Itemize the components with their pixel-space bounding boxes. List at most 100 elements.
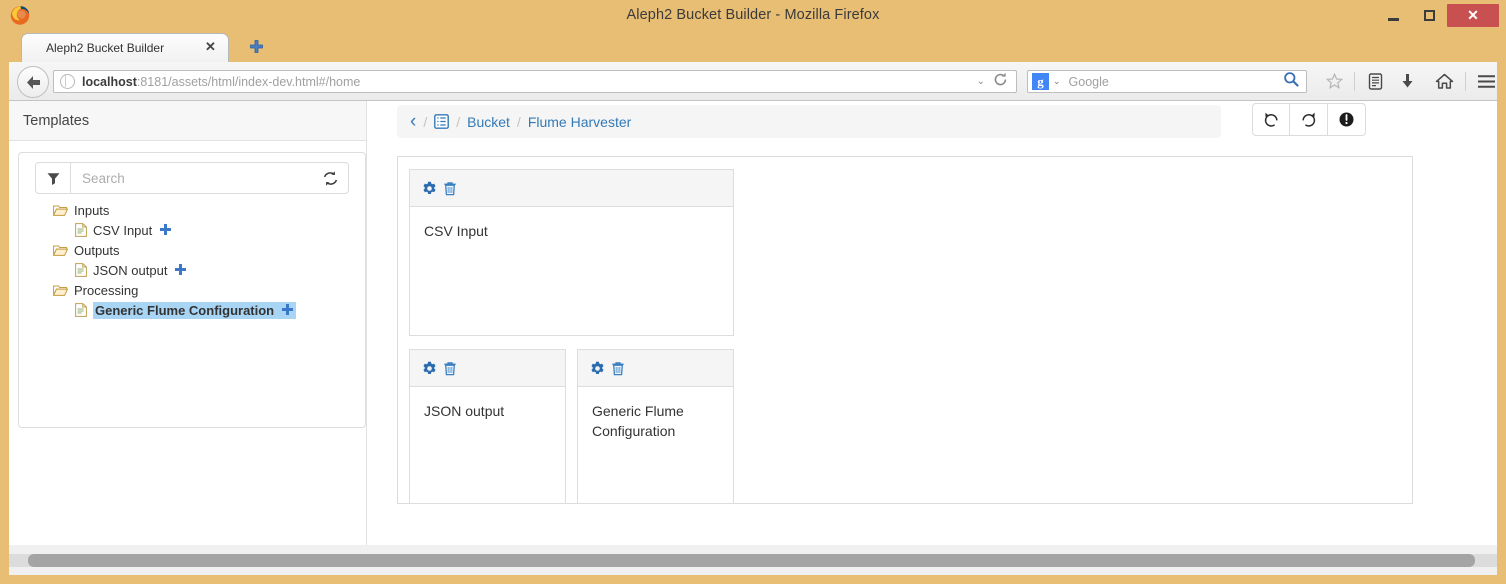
window-controls: ✕	[1375, 0, 1506, 31]
add-template-icon[interactable]	[159, 223, 172, 238]
file-icon	[75, 223, 87, 237]
title-bar: Aleph2 Bucket Builder - Mozilla Firefox …	[0, 0, 1506, 31]
toolbar-separator	[1465, 72, 1466, 91]
tree-folder-label: Inputs	[74, 202, 110, 218]
google-icon: g	[1032, 73, 1049, 90]
search-input-placeholder: Search	[82, 170, 125, 186]
reload-icon[interactable]	[993, 72, 1008, 92]
search-bar[interactable]: g ⌄ Google	[1027, 70, 1307, 93]
url-bar[interactable]: localhost:8181/assets/html/index-dev.htm…	[53, 70, 1017, 93]
action-button-group	[1252, 103, 1366, 136]
tree-item-label: Generic Flume Configuration	[95, 302, 275, 318]
tab-close-icon[interactable]: ✕	[203, 39, 218, 54]
download-icon[interactable]	[1393, 68, 1421, 95]
tab-label: Aleph2 Bucket Builder	[46, 41, 165, 55]
card-header	[410, 350, 565, 387]
chevron-down-icon[interactable]: ⌄	[977, 76, 985, 87]
window-frame-bottom	[0, 575, 1506, 584]
page-content: Templates Search Inputs CSV Input Output…	[9, 101, 1497, 545]
breadcrumb-item-flume-harvester[interactable]: Flume Harvester	[528, 114, 631, 130]
add-template-icon[interactable]	[281, 303, 294, 318]
tree-item-generic-flume-configuration[interactable]: Generic Flume Configuration	[19, 300, 365, 320]
minimize-button[interactable]	[1375, 0, 1411, 31]
list-icon[interactable]	[434, 114, 450, 129]
hamburger-menu-icon[interactable]	[1472, 68, 1500, 95]
tree-item-json-output[interactable]: JSON output	[19, 260, 365, 280]
tree-folder-label: Outputs	[74, 242, 120, 258]
tree-item-csv-input[interactable]: CSV Input	[19, 220, 365, 240]
trash-icon[interactable]	[443, 361, 457, 376]
tree-folder-processing[interactable]: Processing	[19, 280, 365, 300]
close-icon: ✕	[1467, 7, 1479, 23]
tree-item-label: CSV Input	[93, 222, 153, 238]
templates-search-group: Search	[35, 162, 349, 194]
url-host: localhost	[82, 74, 137, 89]
breadcrumb-separator: /	[423, 113, 428, 130]
url-path: :8181/assets/html/index-dev.html#/home	[136, 74, 361, 89]
search-input[interactable]: Search	[71, 162, 313, 194]
breadcrumb-item-bucket[interactable]: Bucket	[467, 114, 510, 130]
bucket-canvas: CSV Input JSON output Generic Flume Conf…	[397, 156, 1413, 504]
redo-icon	[1302, 112, 1316, 127]
globe-icon	[60, 73, 75, 89]
trash-icon[interactable]	[611, 361, 625, 376]
tab-strip: Aleph2 Bucket Builder ✕	[9, 31, 1497, 62]
card-header	[578, 350, 733, 387]
file-icon	[75, 263, 87, 277]
tab-aleph2-bucket-builder[interactable]: Aleph2 Bucket Builder ✕	[21, 33, 229, 62]
refresh-icon[interactable]	[313, 162, 349, 194]
gear-icon[interactable]	[422, 181, 437, 196]
folder-open-icon	[53, 244, 68, 257]
breadcrumb-back-icon[interactable]: ‹	[410, 112, 416, 131]
toolbar-separator	[1354, 72, 1355, 91]
search-engine-chevron-down-icon[interactable]: ⌄	[1053, 76, 1061, 87]
card-header	[410, 170, 733, 207]
search-magnifier-icon[interactable]	[1283, 71, 1299, 92]
reader-list-icon[interactable]	[1361, 68, 1389, 95]
folder-open-icon	[53, 204, 68, 217]
card-title: CSV Input	[424, 223, 488, 239]
card-title: JSON output	[424, 403, 505, 419]
status-bar	[9, 545, 1497, 575]
templates-tree: Inputs CSV Input Outputs JSON output Pro…	[19, 200, 365, 320]
maximize-button[interactable]	[1411, 0, 1447, 31]
tree-folder-inputs[interactable]: Inputs	[19, 200, 365, 220]
tree-folder-outputs[interactable]: Outputs	[19, 240, 365, 260]
back-button[interactable]	[17, 66, 49, 98]
sidebar-header: Templates	[9, 101, 366, 141]
info-button[interactable]	[1328, 103, 1366, 136]
card-json-output[interactable]: JSON output	[409, 349, 566, 504]
browser-window: Aleph2 Bucket Builder - Mozilla Firefox …	[0, 0, 1506, 584]
new-tab-button[interactable]	[245, 39, 267, 59]
templates-sidebar: Templates Search Inputs CSV Input Output…	[9, 101, 367, 545]
close-button[interactable]: ✕	[1447, 4, 1499, 27]
breadcrumb: ‹ / / Bucket / Flume Harvester	[397, 105, 1221, 138]
gear-icon[interactable]	[422, 361, 437, 376]
redo-button[interactable]	[1290, 103, 1328, 136]
breadcrumb-separator: /	[456, 113, 461, 130]
folder-open-icon	[53, 284, 68, 297]
undo-button[interactable]	[1252, 103, 1290, 136]
breadcrumb-separator: /	[516, 113, 521, 130]
info-icon	[1339, 112, 1354, 127]
gear-icon[interactable]	[590, 361, 605, 376]
window-title: Aleph2 Bucket Builder - Mozilla Firefox	[626, 7, 880, 23]
tree-folder-label: Processing	[74, 282, 139, 298]
home-icon[interactable]	[1430, 68, 1458, 95]
card-generic-flume-configuration[interactable]: Generic Flume Configuration	[577, 349, 734, 504]
url-text: localhost:8181/assets/html/index-dev.htm…	[82, 75, 977, 89]
window-frame-left	[0, 31, 9, 584]
navigation-toolbar: localhost:8181/assets/html/index-dev.htm…	[9, 62, 1497, 101]
card-csv-input[interactable]: CSV Input	[409, 169, 734, 336]
search-placeholder: Google	[1068, 74, 1109, 89]
undo-icon	[1264, 112, 1278, 127]
horizontal-scrollbar-thumb[interactable]	[28, 554, 1475, 567]
trash-icon[interactable]	[443, 181, 457, 196]
templates-tree-panel: Search Inputs CSV Input Outputs JSON out…	[18, 152, 366, 428]
card-title: Generic Flume Configuration	[592, 403, 684, 439]
main-panel: ‹ / / Bucket / Flume Harvester CSV Input…	[368, 101, 1497, 545]
add-template-icon[interactable]	[174, 263, 187, 278]
sidebar-title: Templates	[23, 112, 90, 129]
bookmark-star-icon[interactable]	[1320, 68, 1348, 95]
filter-funnel-icon[interactable]	[35, 162, 71, 194]
